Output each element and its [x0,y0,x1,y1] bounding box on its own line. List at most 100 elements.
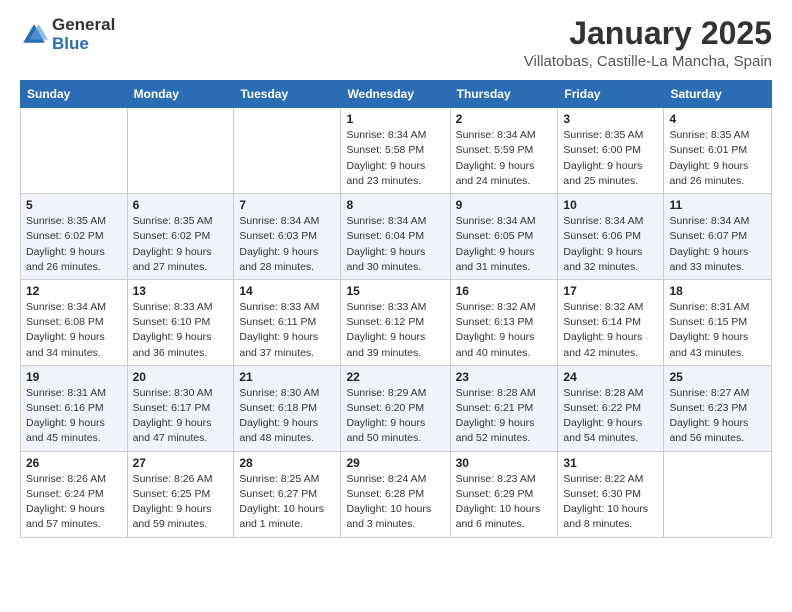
day-info: Sunrise: 8:28 AM Sunset: 6:22 PM Dayligh… [563,386,658,447]
calendar-cell: 22Sunrise: 8:29 AM Sunset: 6:20 PM Dayli… [341,365,450,451]
day-number: 21 [239,370,335,384]
day-info: Sunrise: 8:23 AM Sunset: 6:29 PM Dayligh… [456,472,553,533]
day-number: 2 [456,112,553,126]
calendar-row-5: 26 Sunrise: 8:26 AM Sunset: 6:24 PM Dayli… [21,451,772,537]
calendar-cell: 8 Sunrise: 8:34 AM Sunset: 6:04 PM Daylig… [341,194,450,280]
day-info: Sunrise: 8:34 AM Sunset: 5:58 PM Dayligh… [346,128,444,189]
day-info: Sunrise: 8:30 AM Sunset: 6:17 PM Dayligh… [133,386,229,447]
logo-text: General Blue [52,16,115,53]
calendar-cell: 21 Sunrise: 8:30 AM Sunset: 6:18 PM Dayli… [234,365,341,451]
day-info: Sunrise: 8:35 AM Sunset: 6:02 PM Dayligh… [26,214,122,275]
calendar-cell: 28 Sunrise: 8:25 AM Sunset: 6:27 PM Dayli… [234,451,341,537]
day-number: 11 [669,198,766,212]
calendar-cell: 12Sunrise: 8:34 AM Sunset: 6:08 PM Dayli… [21,279,128,365]
day-number: 7 [239,198,335,212]
calendar-cell: 30 Sunrise: 8:23 AM Sunset: 6:29 PM Dayli… [450,451,558,537]
day-info: Sunrise: 8:22 AM Sunset: 6:30 PM Dayligh… [563,472,658,533]
day-number: 9 [456,198,553,212]
calendar-cell: 10Sunrise: 8:34 AM Sunset: 6:06 PM Dayli… [558,194,664,280]
calendar-row-4: 19 Sunrise: 8:31 AM Sunset: 6:16 PM Dayli… [21,365,772,451]
calendar-cell: 1Sunrise: 8:34 AM Sunset: 5:58 PM Daylig… [341,108,450,194]
calendar-cell: 9Sunrise: 8:34 AM Sunset: 6:05 PM Daylig… [450,194,558,280]
calendar-row-2: 5 Sunrise: 8:35 AM Sunset: 6:02 PM Daylig… [21,194,772,280]
calendar-cell: 6Sunrise: 8:35 AM Sunset: 6:02 PM Daylig… [127,194,234,280]
title-block: January 2025 Villatobas, Castille-La Man… [524,16,772,70]
weekday-header-sunday: Sunday [21,81,128,108]
day-number: 8 [346,198,444,212]
month-title: January 2025 [524,16,772,51]
day-number: 24 [563,370,658,384]
day-info: Sunrise: 8:35 AM Sunset: 6:00 PM Dayligh… [563,128,658,189]
day-number: 3 [563,112,658,126]
weekday-header-row: SundayMondayTuesdayWednesdayThursdayFrid… [21,81,772,108]
calendar-cell: 16 Sunrise: 8:32 AM Sunset: 6:13 PM Dayli… [450,279,558,365]
calendar-cell: 7 Sunrise: 8:34 AM Sunset: 6:03 PM Daylig… [234,194,341,280]
header: General Blue January 2025 Villatobas, Ca… [20,16,772,70]
weekday-header-monday: Monday [127,81,234,108]
day-info: Sunrise: 8:27 AM Sunset: 6:23 PM Dayligh… [669,386,766,447]
day-number: 13 [133,284,229,298]
calendar-cell: 20Sunrise: 8:30 AM Sunset: 6:17 PM Dayli… [127,365,234,451]
day-number: 25 [669,370,766,384]
calendar-cell: 11 Sunrise: 8:34 AM Sunset: 6:07 PM Dayli… [664,194,772,280]
day-number: 30 [456,456,553,470]
calendar-cell: 2 Sunrise: 8:34 AM Sunset: 5:59 PM Daylig… [450,108,558,194]
day-info: Sunrise: 8:35 AM Sunset: 6:02 PM Dayligh… [133,214,229,275]
day-info: Sunrise: 8:33 AM Sunset: 6:11 PM Dayligh… [239,300,335,361]
logo-blue: Blue [52,35,115,54]
calendar-cell: 25 Sunrise: 8:27 AM Sunset: 6:23 PM Dayli… [664,365,772,451]
day-number: 19 [26,370,122,384]
calendar-cell: 3 Sunrise: 8:35 AM Sunset: 6:00 PM Daylig… [558,108,664,194]
calendar-cell: 18Sunrise: 8:31 AM Sunset: 6:15 PM Dayli… [664,279,772,365]
weekday-header-thursday: Thursday [450,81,558,108]
calendar-row-1: 1Sunrise: 8:34 AM Sunset: 5:58 PM Daylig… [21,108,772,194]
day-number: 15 [346,284,444,298]
logo: General Blue [20,16,115,53]
calendar-cell [21,108,128,194]
logo-icon [20,21,48,49]
day-number: 27 [133,456,229,470]
weekday-header-saturday: Saturday [664,81,772,108]
day-info: Sunrise: 8:32 AM Sunset: 6:13 PM Dayligh… [456,300,553,361]
day-number: 26 [26,456,122,470]
day-info: Sunrise: 8:32 AM Sunset: 6:14 PM Dayligh… [563,300,658,361]
day-info: Sunrise: 8:31 AM Sunset: 6:15 PM Dayligh… [669,300,766,361]
weekday-header-wednesday: Wednesday [341,81,450,108]
day-number: 5 [26,198,122,212]
calendar-cell: 23Sunrise: 8:28 AM Sunset: 6:21 PM Dayli… [450,365,558,451]
location-title: Villatobas, Castille-La Mancha, Spain [524,53,772,70]
day-number: 14 [239,284,335,298]
day-number: 28 [239,456,335,470]
calendar-cell [664,451,772,537]
day-info: Sunrise: 8:31 AM Sunset: 6:16 PM Dayligh… [26,386,122,447]
day-info: Sunrise: 8:34 AM Sunset: 6:07 PM Dayligh… [669,214,766,275]
logo-general: General [52,16,115,35]
day-info: Sunrise: 8:33 AM Sunset: 6:12 PM Dayligh… [346,300,444,361]
day-info: Sunrise: 8:30 AM Sunset: 6:18 PM Dayligh… [239,386,335,447]
day-number: 10 [563,198,658,212]
calendar-cell: 15 Sunrise: 8:33 AM Sunset: 6:12 PM Dayli… [341,279,450,365]
day-info: Sunrise: 8:26 AM Sunset: 6:24 PM Dayligh… [26,472,122,533]
day-info: Sunrise: 8:34 AM Sunset: 6:04 PM Dayligh… [346,214,444,275]
day-number: 22 [346,370,444,384]
weekday-header-friday: Friday [558,81,664,108]
day-info: Sunrise: 8:25 AM Sunset: 6:27 PM Dayligh… [239,472,335,533]
weekday-header-tuesday: Tuesday [234,81,341,108]
calendar-cell: 19 Sunrise: 8:31 AM Sunset: 6:16 PM Dayli… [21,365,128,451]
day-number: 16 [456,284,553,298]
calendar-cell: 24 Sunrise: 8:28 AM Sunset: 6:22 PM Dayli… [558,365,664,451]
day-info: Sunrise: 8:26 AM Sunset: 6:25 PM Dayligh… [133,472,229,533]
day-info: Sunrise: 8:34 AM Sunset: 6:03 PM Dayligh… [239,214,335,275]
day-number: 17 [563,284,658,298]
calendar-cell: 29 Sunrise: 8:24 AM Sunset: 6:28 PM Dayli… [341,451,450,537]
calendar-cell [234,108,341,194]
calendar-cell: 14 Sunrise: 8:33 AM Sunset: 6:11 PM Dayli… [234,279,341,365]
day-number: 29 [346,456,444,470]
day-info: Sunrise: 8:24 AM Sunset: 6:28 PM Dayligh… [346,472,444,533]
calendar-cell: 26 Sunrise: 8:26 AM Sunset: 6:24 PM Dayli… [21,451,128,537]
calendar-cell: 31Sunrise: 8:22 AM Sunset: 6:30 PM Dayli… [558,451,664,537]
day-number: 4 [669,112,766,126]
day-info: Sunrise: 8:34 AM Sunset: 5:59 PM Dayligh… [456,128,553,189]
calendar-cell: 27 Sunrise: 8:26 AM Sunset: 6:25 PM Dayli… [127,451,234,537]
calendar-table: SundayMondayTuesdayWednesdayThursdayFrid… [20,80,772,537]
